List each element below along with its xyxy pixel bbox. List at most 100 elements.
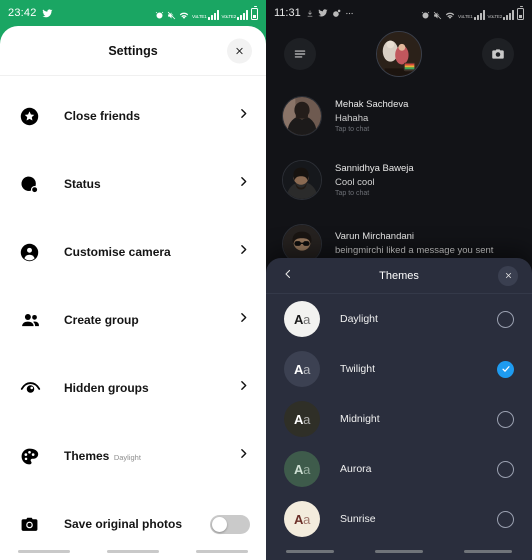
settings-item-body: Create group bbox=[64, 311, 237, 329]
mute-icon bbox=[433, 11, 442, 19]
settings-header: Settings bbox=[0, 26, 266, 76]
theme-radio-selected[interactable] bbox=[497, 360, 514, 378]
theme-radio[interactable] bbox=[497, 310, 514, 328]
chat-name: Varun Mirchandani bbox=[335, 230, 415, 242]
theme-name: Midnight bbox=[340, 413, 380, 425]
theme-radio[interactable] bbox=[497, 460, 514, 478]
theme-radio[interactable] bbox=[497, 510, 514, 528]
volte-label-1: VoLTE1 bbox=[192, 13, 207, 19]
chat-avatar bbox=[282, 96, 322, 136]
settings-sheet: Settings Close friends Status Customise … bbox=[0, 26, 266, 542]
swatch-letter-bold: A bbox=[293, 311, 304, 327]
chat-avatar bbox=[282, 160, 322, 200]
theme-name: Daylight bbox=[340, 313, 378, 325]
theme-swatch: Aa bbox=[284, 351, 320, 387]
settings-item-label: Status bbox=[64, 177, 101, 191]
theme-swatch: Aa bbox=[284, 451, 320, 487]
chat-message: Hahaha bbox=[335, 112, 369, 124]
chat-message: Cool cool bbox=[335, 176, 375, 188]
swatch-letter-bold: A bbox=[293, 461, 304, 477]
eye-hidden-icon bbox=[20, 378, 50, 399]
twitter-bird-icon bbox=[41, 8, 53, 17]
settings-item-save-original-photos[interactable]: Save original photos bbox=[0, 490, 266, 542]
status-bar-left-icons bbox=[41, 8, 53, 19]
close-themes-button[interactable] bbox=[498, 265, 518, 286]
theme-name: Sunrise bbox=[340, 513, 376, 525]
profile-avatar[interactable] bbox=[376, 31, 422, 77]
close-icon bbox=[236, 47, 243, 54]
chat-message: beingmirchi liked a message you sent bbox=[335, 244, 494, 256]
avatar-image bbox=[283, 97, 321, 135]
settings-item-sublabel: Daylight bbox=[113, 453, 141, 462]
alarm-icon bbox=[155, 11, 164, 18]
home-pill-button[interactable] bbox=[106, 549, 159, 553]
home-pill-button[interactable] bbox=[374, 550, 423, 553]
chat-name: Mehak Sachdeva bbox=[335, 98, 409, 110]
alarm-icon bbox=[421, 11, 430, 18]
recents-pill-button[interactable] bbox=[18, 549, 71, 553]
swatch-letter-regular: a bbox=[303, 461, 311, 477]
chat-name: Sannidhya Baweja bbox=[335, 162, 414, 174]
theme-option-sunrise[interactable]: Aa Sunrise bbox=[266, 494, 532, 544]
settings-item-label: Create group bbox=[64, 313, 139, 327]
theme-swatch: Aa bbox=[284, 501, 320, 537]
theme-option-aurora[interactable]: Aa Aurora bbox=[266, 444, 532, 494]
back-pill-button[interactable] bbox=[463, 550, 512, 553]
themes-back-button[interactable] bbox=[282, 267, 294, 285]
more-dots-icon bbox=[345, 12, 353, 14]
volte-label-2: VoLTE2 bbox=[487, 13, 503, 19]
palette-icon bbox=[20, 447, 50, 466]
themes-header: Themes bbox=[266, 258, 532, 294]
wifi-icon bbox=[179, 12, 189, 19]
person-circle-icon bbox=[20, 243, 50, 262]
settings-title: Settings bbox=[108, 43, 158, 58]
chat-list: Mehak Sachdeva Hahaha Tap to chat Sannid… bbox=[266, 82, 532, 276]
settings-item-label: Hidden groups bbox=[64, 381, 149, 395]
settings-item-customise-camera[interactable]: Customise camera bbox=[0, 218, 266, 286]
status-bar-time: 11:31 bbox=[274, 7, 301, 19]
chat-row[interactable]: Mehak Sachdeva Hahaha Tap to chat bbox=[266, 84, 532, 148]
chat-hint: Tap to chat bbox=[335, 190, 370, 198]
save-original-photos-toggle[interactable] bbox=[210, 514, 250, 534]
close-settings-button[interactable] bbox=[227, 38, 252, 63]
theme-option-midnight[interactable]: Aa Midnight bbox=[266, 394, 532, 444]
status-bar-right-icons: VoLTE1 VoLTE2 bbox=[421, 5, 524, 20]
avatar-image bbox=[377, 32, 421, 76]
camera-icon bbox=[20, 515, 50, 534]
settings-item-status[interactable]: Status bbox=[0, 150, 266, 218]
chat-row[interactable]: Sannidhya Baweja Cool cool Tap to chat bbox=[266, 148, 532, 212]
theme-option-twilight[interactable]: Aa Twilight bbox=[266, 344, 532, 394]
swatch-letter-bold: A bbox=[293, 361, 304, 377]
recents-pill-button[interactable] bbox=[286, 550, 335, 553]
theme-swatch: Aa bbox=[284, 301, 320, 337]
settings-item-close-friends[interactable]: Close friends bbox=[0, 82, 266, 150]
chat-text: Mehak Sachdeva Hahaha Tap to chat bbox=[335, 99, 408, 134]
theme-radio[interactable] bbox=[497, 410, 514, 428]
themes-title: Themes bbox=[379, 269, 419, 282]
settings-item-create-group[interactable]: Create group bbox=[0, 286, 266, 354]
theme-name: Aurora bbox=[340, 463, 372, 475]
settings-item-body: Customise camera bbox=[64, 243, 237, 261]
settings-item-body: Save original photos bbox=[64, 515, 210, 533]
mute-icon bbox=[167, 11, 176, 19]
app-badge-icon bbox=[332, 9, 341, 17]
hamburger-menu-button[interactable] bbox=[284, 38, 316, 70]
download-icon bbox=[307, 10, 313, 16]
settings-item-themes[interactable]: Themes Daylight bbox=[0, 422, 266, 490]
people-group-icon bbox=[20, 310, 50, 331]
dual-screenshot-stage: 23:42 VoLTE1 VoLTE2 Settings Close frien… bbox=[0, 0, 532, 560]
settings-item-label: Themes bbox=[64, 449, 110, 463]
toggle-knob bbox=[212, 516, 227, 532]
battery-icon bbox=[251, 5, 258, 20]
chevron-right-icon bbox=[237, 379, 250, 397]
status-bar-time: 23:42 bbox=[8, 7, 37, 19]
theme-option-daylight[interactable]: Aa Daylight bbox=[266, 294, 532, 344]
back-pill-button[interactable] bbox=[195, 549, 248, 553]
settings-item-hidden-groups[interactable]: Hidden groups bbox=[0, 354, 266, 422]
twitter-bird-icon bbox=[318, 9, 328, 17]
camera-button[interactable] bbox=[482, 38, 514, 70]
right-status-bar: 11:31 VoLTE1 VoLTE2 bbox=[266, 0, 532, 26]
settings-list: Close friends Status Customise camera Cr… bbox=[0, 76, 266, 542]
themes-bottom-sheet: Themes Aa Daylight Aa Twilight A a Midni… bbox=[266, 258, 532, 560]
chevron-right-icon bbox=[237, 107, 250, 125]
